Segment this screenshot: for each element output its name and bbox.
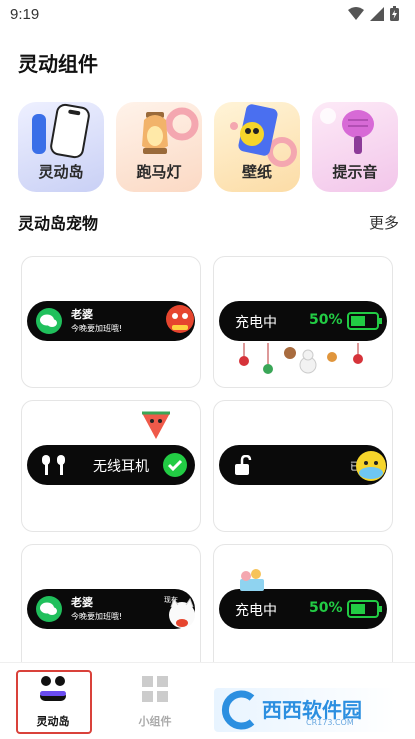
watermark-logo-icon — [221, 690, 255, 730]
watermelon-icon — [142, 411, 170, 439]
island-pill: 充电中 50% — [219, 589, 387, 629]
earbuds-label: 无线耳机 — [93, 459, 149, 475]
status-icons — [348, 6, 399, 21]
charging-label: 充电中 — [235, 315, 277, 331]
battery-percent: 50% — [309, 312, 343, 328]
watermark: 西西软件园 CR173.COM — [214, 688, 396, 732]
grid-icon — [142, 676, 168, 702]
island-pill: 充电中 50% — [219, 301, 387, 341]
wechat-icon — [36, 596, 62, 622]
widget-marquee[interactable]: 跑马灯 — [116, 102, 202, 192]
message-text: 今晚要加班哦! — [71, 612, 123, 621]
battery-icon — [390, 6, 399, 21]
contact-name: 老婆 — [71, 308, 93, 321]
earbuds-icon — [42, 455, 65, 475]
battery-percent: 50% — [309, 600, 343, 616]
widget-dynamic-island[interactable]: 灵动岛 — [18, 102, 104, 192]
widget-wallpaper[interactable]: 壁纸 — [214, 102, 300, 192]
widget-ringtone[interactable]: 提示音 — [312, 102, 398, 192]
widget-categories: 灵动岛 跑马灯 壁纸 提示音 — [18, 102, 398, 192]
message-text: 今晚要加班哦! — [71, 324, 123, 333]
check-icon — [163, 453, 187, 477]
contact-name: 老婆 — [71, 596, 93, 609]
pet-card[interactable]: 充电中 50% — [213, 256, 393, 388]
island-pill: 无线耳机 — [27, 445, 195, 485]
widget-label: 提示音 — [332, 163, 378, 181]
pet-card[interactable]: 老婆 今晚要加班哦! — [21, 256, 201, 388]
nav-item-widgets[interactable]: 小组件 — [120, 669, 190, 729]
unlock-icon — [235, 455, 252, 475]
pet-card[interactable]: 老婆 今晚要加班哦! 现在 — [21, 544, 201, 676]
battery-icon — [347, 312, 382, 330]
status-bar: 9:19 — [0, 0, 415, 30]
signal-icon — [370, 6, 384, 21]
christmas-ornaments-icon — [239, 343, 363, 374]
pet-card[interactable]: 无线耳机 — [21, 400, 201, 532]
wifi-icon — [348, 6, 364, 20]
widget-label: 灵动岛 — [38, 163, 84, 181]
status-time: 9:19 — [10, 6, 40, 23]
lion-dance-icon — [166, 305, 194, 333]
watermark-sub: CR173.COM — [306, 718, 354, 727]
cat-icon — [169, 597, 195, 628]
widget-label: 跑马灯 — [136, 163, 182, 181]
battery-icon — [347, 600, 382, 618]
active-nav-highlight — [16, 670, 92, 734]
emoji-face-icon — [356, 451, 386, 481]
flower-icon — [240, 569, 264, 591]
nav-label: 小组件 — [138, 715, 172, 728]
pet-card[interactable]: 充电中 50% — [213, 544, 393, 676]
section-title-pets: 灵动岛宠物 — [18, 214, 99, 233]
pet-card[interactable]: 已 — [213, 400, 393, 532]
widget-label: 壁纸 — [241, 163, 272, 181]
wechat-icon — [36, 308, 62, 334]
page-title: 灵动组件 — [18, 52, 98, 76]
charging-label: 充电中 — [235, 603, 277, 619]
more-link[interactable]: 更多 — [369, 212, 399, 233]
